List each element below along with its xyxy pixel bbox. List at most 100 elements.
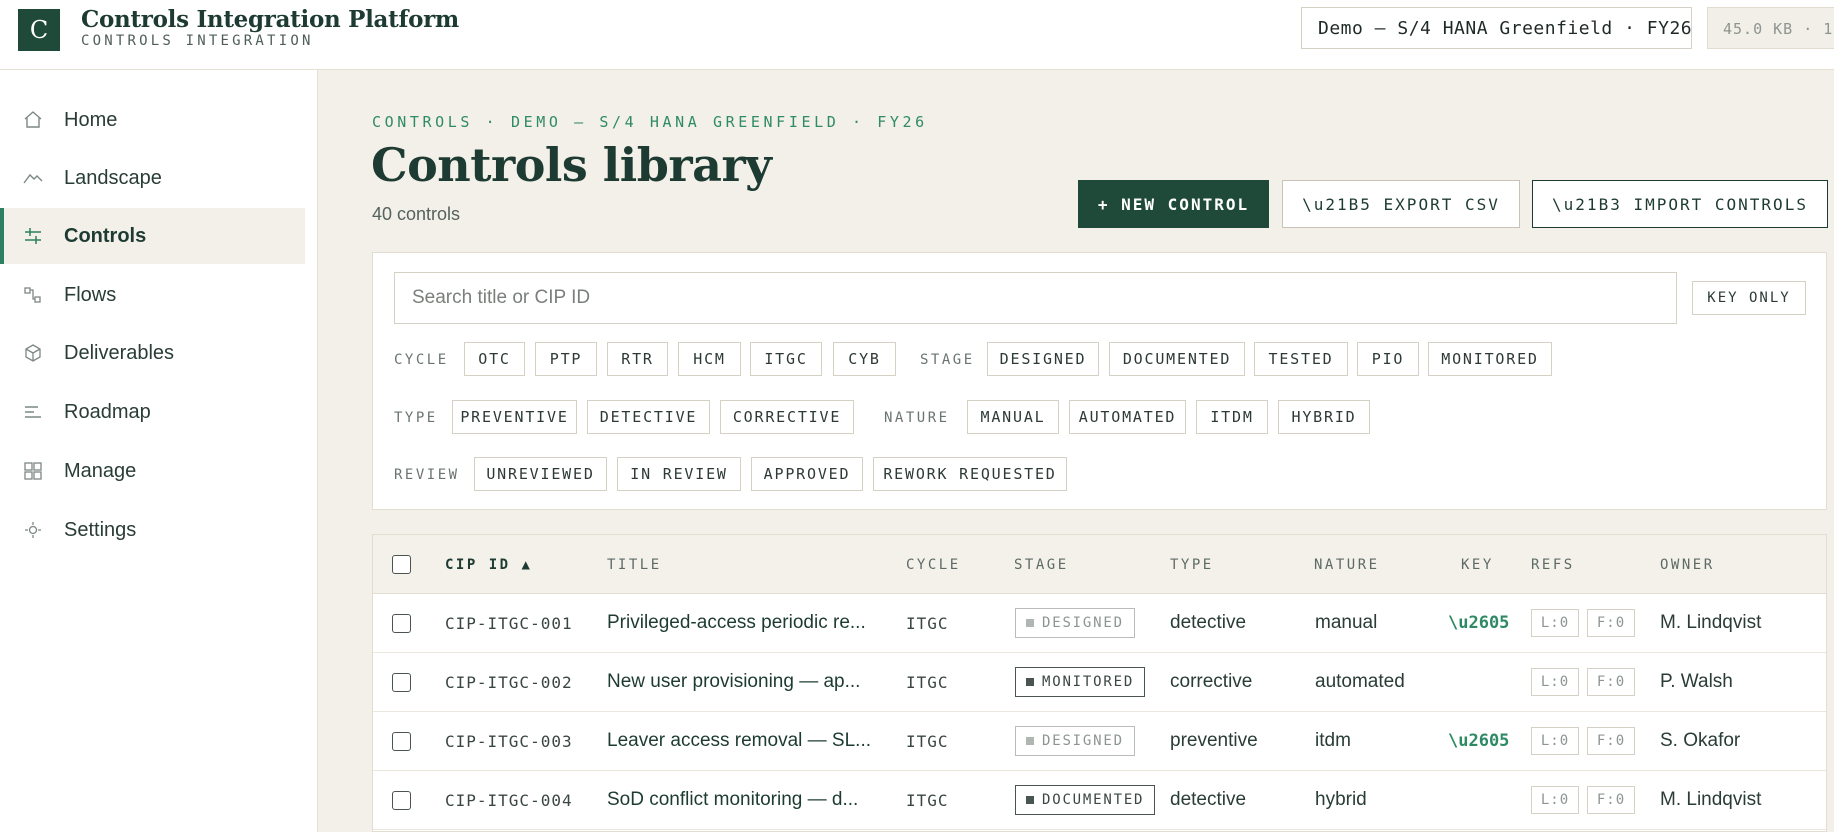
sidebar-item-label: Manage [64, 459, 137, 482]
chip-cycle-otc[interactable]: OTC [464, 342, 525, 376]
sidebar-item-settings[interactable]: Settings [0, 502, 305, 558]
control-title[interactable]: SoD conflict monitoring — d... [607, 789, 858, 811]
ref-flows-badge[interactable]: F:0 [1587, 786, 1635, 814]
cycle-filter-label: CYCLE [394, 352, 449, 368]
row-checkbox[interactable] [392, 673, 411, 692]
stage-badge: DESIGNED [1015, 726, 1135, 756]
sidebar-item-label: Landscape [64, 166, 162, 189]
search-input[interactable]: Search title or CIP ID [394, 272, 1677, 324]
stage-dot-icon [1026, 737, 1034, 745]
row-checkbox[interactable] [392, 791, 411, 810]
owner-cell: S. Okafor [1660, 730, 1741, 751]
sidebar-item-label: Deliverables [64, 341, 175, 364]
table-row[interactable]: CIP-ITGC-001 Privileged-access periodic … [373, 594, 1826, 653]
sidebar: Home Landscape Controls Flows Deliverabl… [0, 70, 318, 832]
chip-review-in-review[interactable]: IN REVIEW [617, 457, 741, 491]
key-only-toggle[interactable]: KEY ONLY [1692, 281, 1806, 315]
environment-select[interactable]: Demo — S/4 HANA Greenfield · FY26 [1301, 7, 1692, 49]
control-title[interactable]: New user provisioning — ap... [607, 671, 860, 693]
sidebar-item-home[interactable]: Home [0, 92, 305, 148]
cip-id[interactable]: CIP-ITGC-004 [445, 791, 573, 810]
column-header-key[interactable]: KEY [1461, 557, 1494, 573]
key-star-icon: \u2605 [1448, 613, 1510, 633]
cip-id[interactable]: CIP-ITGC-002 [445, 673, 573, 692]
chip-review-approved[interactable]: APPROVED [751, 457, 863, 491]
sidebar-item-label: Settings [64, 518, 137, 541]
chip-stage-documented[interactable]: DOCUMENTED [1109, 342, 1245, 376]
owner-cell: M. Lindqvist [1660, 789, 1762, 810]
chip-nature-itdm[interactable]: ITDM [1196, 400, 1268, 434]
cip-id[interactable]: CIP-ITGC-001 [445, 614, 573, 633]
chip-cycle-hcm[interactable]: HCM [678, 342, 741, 376]
sidebar-item-landscape[interactable]: Landscape [0, 150, 305, 206]
column-header-type[interactable]: TYPE [1170, 557, 1214, 573]
chip-nature-hybrid[interactable]: HYBRID [1278, 400, 1370, 434]
chip-cycle-ptp[interactable]: PTP [535, 342, 597, 376]
nature-cell: hybrid [1315, 789, 1367, 810]
stage-label: DOCUMENTED [1042, 792, 1145, 808]
row-checkbox[interactable] [392, 614, 411, 633]
sidebar-item-label: Controls [64, 224, 147, 247]
sidebar-item-label: Flows [64, 283, 117, 306]
table-row[interactable]: CIP-ITGC-002 New user provisioning — ap.… [373, 653, 1826, 712]
filter-panel: Search title or CIP ID KEY ONLY CYCLE OT… [372, 252, 1827, 510]
owner-cell: P. Walsh [1660, 671, 1733, 692]
control-title[interactable]: Leaver access removal — SL... [607, 730, 871, 752]
sidebar-item-label: Roadmap [64, 400, 151, 423]
chip-type-detective[interactable]: DETECTIVE [587, 400, 710, 434]
sidebar-item-controls[interactable]: Controls [0, 208, 305, 264]
ref-flows-badge[interactable]: F:0 [1587, 668, 1635, 696]
cycle-cell: ITGC [906, 673, 949, 692]
cip-id[interactable]: CIP-ITGC-003 [445, 732, 573, 751]
new-control-button[interactable]: + NEW CONTROL [1078, 180, 1269, 228]
chip-stage-tested[interactable]: TESTED [1254, 342, 1348, 376]
ref-links-badge[interactable]: L:0 [1531, 786, 1579, 814]
chip-review-unreviewed[interactable]: UNREVIEWED [474, 457, 607, 491]
import-controls-button[interactable]: \u21B3 IMPORT CONTROLS [1532, 180, 1828, 228]
export-csv-button[interactable]: \u21B5 EXPORT CSV [1282, 180, 1520, 228]
chip-cycle-itgc[interactable]: ITGC [750, 342, 822, 376]
table-row[interactable]: CIP-ITGC-004 SoD conflict monitoring — d… [373, 771, 1826, 830]
chip-stage-designed[interactable]: DESIGNED [987, 342, 1099, 376]
column-header-cycle[interactable]: CYCLE [906, 557, 961, 573]
column-header-owner[interactable]: OWNER [1660, 557, 1715, 573]
chip-review-rework-requested[interactable]: REWORK REQUESTED [873, 457, 1067, 491]
sidebar-item-manage[interactable]: Manage [0, 443, 305, 499]
column-header-stage[interactable]: STAGE [1014, 557, 1069, 573]
chip-type-preventive[interactable]: PREVENTIVE [452, 400, 577, 434]
column-header-title[interactable]: TITLE [607, 557, 662, 573]
ref-links-badge[interactable]: L:0 [1531, 609, 1579, 637]
sidebar-item-roadmap[interactable]: Roadmap [0, 384, 305, 440]
column-header-cip-id[interactable]: CIP ID ▲ [445, 557, 532, 573]
roadmap-icon [25, 406, 41, 418]
chip-nature-automated[interactable]: AUTOMATED [1069, 400, 1186, 434]
nature-cell: manual [1315, 612, 1378, 633]
select-all-checkbox[interactable] [392, 555, 411, 574]
nature-cell: itdm [1315, 730, 1351, 751]
chip-stage-pio[interactable]: PIO [1357, 342, 1419, 376]
table-row[interactable]: CIP-ITGC-003 Leaver access removal — SL.… [373, 712, 1826, 771]
ref-links-badge[interactable]: L:0 [1531, 727, 1579, 755]
cycle-cell: ITGC [906, 614, 949, 633]
column-header-nature[interactable]: NATURE [1314, 557, 1380, 573]
ref-flows-badge[interactable]: F:0 [1587, 609, 1635, 637]
ref-links-badge[interactable]: L:0 [1531, 668, 1579, 696]
column-header-refs[interactable]: REFS [1531, 557, 1575, 573]
chip-cycle-cyb[interactable]: CYB [833, 342, 896, 376]
app-logo[interactable]: C [18, 9, 60, 51]
cycle-filter-row: CYCLE OTC PTP RTR HCM ITGC CYB STAGE DES… [394, 342, 1794, 376]
stage-filter-label: STAGE [920, 352, 975, 368]
chip-nature-manual[interactable]: MANUAL [967, 400, 1059, 434]
sidebar-item-deliverables[interactable]: Deliverables [0, 325, 305, 381]
flow-icon [24, 287, 41, 303]
ref-flows-badge[interactable]: F:0 [1587, 727, 1635, 755]
chip-type-corrective[interactable]: CORRECTIVE [720, 400, 854, 434]
row-checkbox[interactable] [392, 732, 411, 751]
chip-stage-monitored[interactable]: MONITORED [1428, 342, 1552, 376]
stage-badge: DOCUMENTED [1015, 785, 1156, 815]
stage-label: MONITORED [1042, 674, 1135, 690]
type-cell: preventive [1170, 730, 1258, 751]
sidebar-item-flows[interactable]: Flows [0, 267, 305, 323]
chip-cycle-rtr[interactable]: RTR [607, 342, 668, 376]
control-title[interactable]: Privileged-access periodic re... [607, 612, 866, 634]
